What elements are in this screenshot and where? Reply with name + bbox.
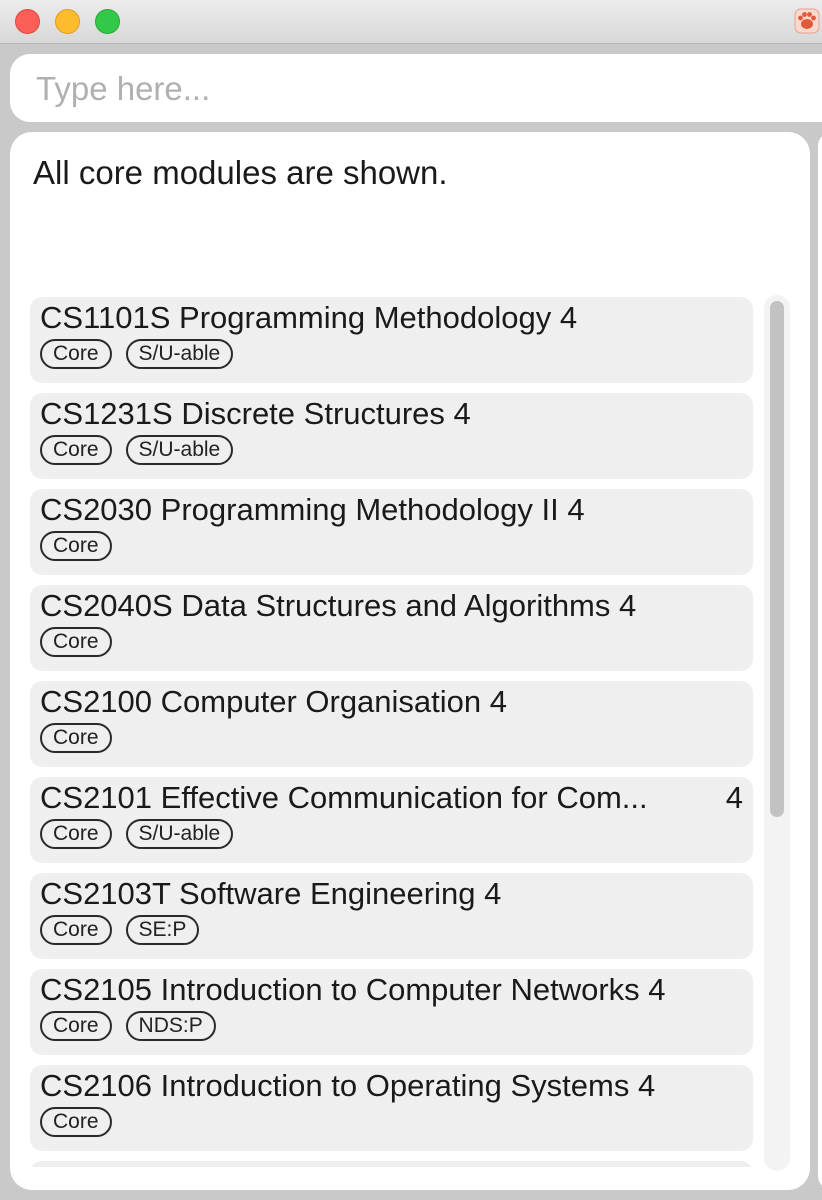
result-message: All core modules are shown. [33,154,448,191]
module-title: CS2101 Effective Communication for Com..… [40,780,648,816]
module-code: CS2105 [40,972,153,1007]
module-card[interactable]: CS2106 Introduction to Operating Systems… [30,1065,753,1151]
module-credits: 4 [619,588,637,623]
module-title: CS2040S Data Structures and Algorithms 4 [40,588,636,624]
module-title: CS2105 Introduction to Computer Networks… [40,972,666,1008]
tag-badge: S/U-able [125,339,234,369]
app-window: All core modules are shown. CS1101S Prog… [0,0,822,1200]
tag-badge: Core [40,723,112,753]
module-tags: Core [40,531,112,561]
tag-badge: Core [40,1011,112,1041]
paw-icon [794,8,820,34]
module-name: Introduction to Operating Systems [160,1068,630,1103]
scrollbar-thumb[interactable] [770,301,784,817]
module-card[interactable]: CS2030 Programming Methodology II 4 Core [30,489,753,575]
module-title: CS2103T Software Engineering 4 [40,876,501,912]
module-credits: 4 [453,396,471,431]
tag-badge: SE:P [125,915,200,945]
module-list-scrollbar[interactable] [764,295,790,1171]
module-name: Computer Organisation [160,684,482,719]
module-title: CS1101S Programming Methodology 4 [40,300,577,336]
module-list[interactable]: CS1101S Programming Methodology 4 Core S/U… [30,297,754,1167]
module-tags: Core [40,627,112,657]
command-input[interactable] [34,62,818,116]
module-credits: 4 [725,780,743,815]
module-code: CS2101 [40,780,153,815]
module-name: Effective Communication for Com... [160,780,648,815]
module-code: CS2103T [40,876,171,911]
module-title: CS1231S Discrete Structures 4 [40,396,471,432]
module-code: CS1101S [40,300,171,335]
side-panel-edge [818,132,822,1190]
tag-badge: Core [40,531,112,561]
module-tags: Core [40,723,112,753]
module-tags: Core [40,1107,112,1137]
tag-badge: Core [40,915,112,945]
module-name: Introduction to Computer Networks [160,972,640,1007]
module-credits: 4 [559,300,578,335]
module-card[interactable]: CS1231S Discrete Structures 4 Core S/U-abl… [30,393,753,479]
module-name: Data Structures and Algorithms [181,588,611,623]
module-credits: 4 [637,1068,656,1103]
module-tags: Core NDS:P [40,1011,216,1041]
close-window-button[interactable] [15,9,40,34]
module-card[interactable]: CS2103T Software Engineering 4 Core SE:P [30,873,753,959]
module-tags: Core S/U-able [40,819,234,849]
module-code: CS1231S [40,396,173,431]
tag-badge: Core [40,819,112,849]
module-credits: 4 [648,972,666,1007]
tag-badge: Core [40,627,112,657]
module-card[interactable]: CS2105 Introduction to Computer Networks… [30,969,753,1055]
module-credits: 4 [489,684,508,719]
module-card[interactable]: CS2100 Computer Organisation 4 Core [30,681,753,767]
module-code: CS2106 [40,1068,153,1103]
module-name: Discrete Structures [181,396,445,431]
minimize-window-button[interactable] [55,9,80,34]
tag-badge: S/U-able [125,435,234,465]
tag-badge: Core [40,1107,112,1137]
result-panel: All core modules are shown. CS1101S Prog… [10,132,810,1190]
module-title: CS2100 Computer Organisation 4 [40,684,507,720]
tag-badge: S/U-able [125,819,234,849]
tag-badge: Core [40,339,112,369]
module-card-partial[interactable] [30,1161,753,1167]
module-name: Programming Methodology [179,300,552,335]
module-tags: Core S/U-able [40,435,234,465]
module-code: CS2030 [40,492,153,527]
module-title: CS2106 Introduction to Operating Systems… [40,1068,655,1104]
module-title: CS2030 Programming Methodology II 4 [40,492,585,528]
tag-badge: NDS:P [125,1011,216,1041]
module-code: CS2100 [40,684,153,719]
command-box [10,54,822,122]
module-name: Software Engineering [179,876,476,911]
module-name: Programming Methodology II [160,492,559,527]
tag-badge: Core [40,435,112,465]
module-tags: Core SE:P [40,915,200,945]
module-tags: Core S/U-able [40,339,234,369]
module-card[interactable]: CS1101S Programming Methodology 4 Core S/U… [30,297,753,383]
maximize-window-button[interactable] [95,9,120,34]
module-card[interactable]: CS2040S Data Structures and Algorithms 4… [30,585,753,671]
title-bar[interactable] [0,0,822,44]
module-code: CS2040S [40,588,173,623]
module-credits: 4 [484,876,502,911]
module-credits: 4 [567,492,585,527]
module-card[interactable]: CS2101 Effective Communication for Com..… [30,777,753,863]
